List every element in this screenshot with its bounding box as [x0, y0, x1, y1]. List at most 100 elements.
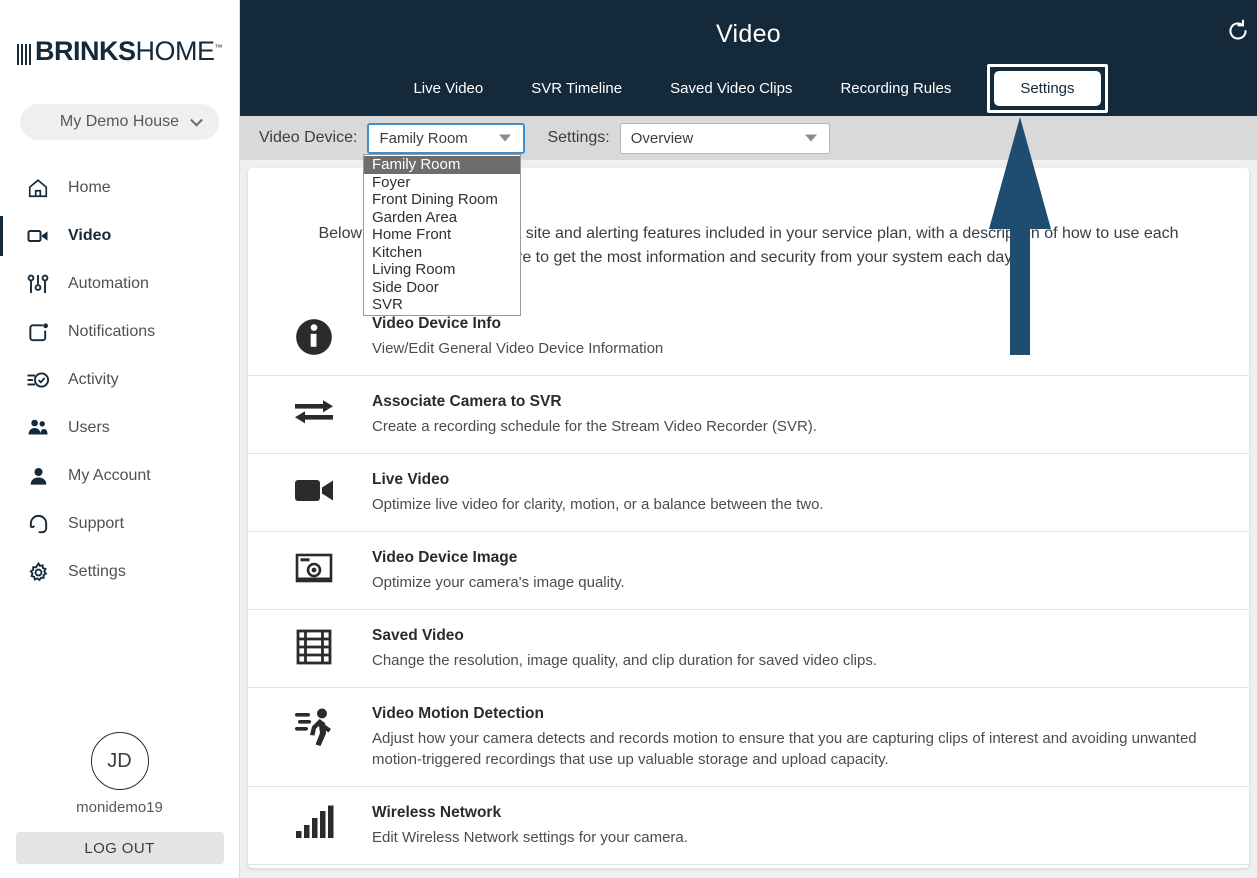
sidebar-item-video[interactable]: Video: [0, 212, 239, 260]
film-strip-icon: [278, 626, 350, 666]
dropdown-option[interactable]: Side Door: [364, 279, 520, 297]
dropdown-option[interactable]: Kitchen: [364, 244, 520, 262]
tab-settings[interactable]: Settings: [994, 70, 1101, 106]
settings-rows-list: Video Device Info View/Edit General Vide…: [248, 298, 1249, 868]
selection-highlight-box: Settings: [987, 63, 1108, 113]
house-selector-label: My Demo House: [59, 113, 180, 130]
house-selector[interactable]: My Demo House: [20, 104, 219, 140]
row-description: Edit Wireless Network settings for your …: [372, 829, 688, 846]
dropdown-option[interactable]: Foyer: [364, 174, 520, 192]
user-block: JD monidemo19 LOG OUT: [0, 732, 239, 878]
avatar: JD: [90, 732, 149, 790]
dropdown-option[interactable]: Home Front: [364, 226, 520, 244]
row-description: Create a recording schedule for the Stre…: [372, 418, 817, 435]
tab-saved-video-clips[interactable]: Saved Video Clips: [646, 68, 816, 108]
row-description: Adjust how your camera detects and recor…: [372, 730, 1197, 768]
camera-icon: [278, 548, 350, 586]
brand-trademark: ™: [214, 42, 223, 52]
sidebar-item-label: Automation: [68, 275, 149, 292]
sidebar-item-settings[interactable]: Settings: [0, 548, 239, 596]
sidebar-item-activity[interactable]: Activity: [0, 356, 239, 404]
notification-icon: [24, 318, 52, 346]
brand-light: HOME: [135, 35, 216, 66]
settings-row-saved-video[interactable]: Saved Video Change the resolution, image…: [248, 609, 1249, 687]
settings-row-video-motion-detection[interactable]: Video Motion Detection Adjust how your c…: [248, 687, 1249, 786]
settings-select[interactable]: Overview: [619, 122, 830, 154]
settings-row-associate-camera-to-svr[interactable]: Associate Camera to SVR Create a recordi…: [248, 375, 1249, 453]
sidebar-item-label: Notifications: [68, 323, 156, 340]
video-device-selected-value: Family Room: [379, 129, 468, 147]
row-title: Video Motion Detection: [372, 705, 544, 722]
sidebar-item-label: Home: [68, 179, 111, 196]
settings-row-wireless-network[interactable]: Wireless Network Edit Wireless Network s…: [248, 786, 1249, 864]
brinks-home-logo: BRINKSHOME™: [0, 0, 239, 84]
sidebar-item-automation[interactable]: Automation: [0, 260, 239, 308]
gear-icon: [24, 558, 52, 586]
row-title: Wireless Network: [372, 804, 502, 821]
logo-bars-icon: [16, 43, 33, 65]
tab-svr-timeline[interactable]: SVR Timeline: [507, 68, 646, 108]
dropdown-option[interactable]: Family Room: [364, 156, 520, 174]
row-description: Optimize live video for clarity, motion,…: [372, 496, 824, 513]
page-header: Video Live Video SVR Timeline Saved Vide…: [240, 0, 1257, 116]
application-window: BRINKSHOME™ My Demo House Home Video Aut…: [0, 0, 1257, 878]
headset-icon: [24, 510, 52, 538]
username-label: monidemo19: [76, 799, 163, 816]
header-tabs: Live Video SVR Timeline Saved Video Clip…: [240, 63, 1257, 113]
dropdown-option[interactable]: Front Dining Room: [364, 191, 520, 209]
row-title: Video Device Image: [372, 549, 518, 566]
sidebar-item-label: Activity: [68, 371, 119, 388]
sidebar-item-label: Support: [68, 515, 125, 532]
row-title: Saved Video: [372, 627, 464, 644]
signal-bars-icon: [278, 803, 350, 839]
settings-row-video-device-image[interactable]: Video Device Image Optimize your camera'…: [248, 531, 1249, 609]
sidebar-item-users[interactable]: Users: [0, 404, 239, 452]
sidebar-item-label: Users: [68, 419, 110, 436]
video-device-label: Video Device:: [259, 129, 358, 146]
tab-recording-rules[interactable]: Recording Rules: [816, 68, 975, 108]
dropdown-option[interactable]: Living Room: [364, 261, 520, 279]
settings-row-add-video-device[interactable]: Add Video Device Add a video camera or S…: [248, 864, 1249, 868]
logout-button[interactable]: LOG OUT: [15, 832, 224, 864]
users-icon: [24, 414, 52, 442]
person-icon: [24, 462, 52, 490]
refresh-icon[interactable]: [1225, 18, 1251, 44]
sidebar-item-support[interactable]: Support: [0, 500, 239, 548]
chevron-down-icon: [499, 134, 512, 142]
activity-check-icon: [24, 366, 52, 394]
brand-bold: BRINKS: [34, 35, 136, 66]
row-description: View/Edit General Video Device Informati…: [372, 340, 664, 357]
settings-label: Settings:: [547, 129, 610, 146]
row-title: Video Device Info: [372, 315, 501, 332]
avatar-initials: JD: [107, 749, 132, 772]
sidebar-item-label: Settings: [68, 563, 126, 580]
swap-arrows-icon: [278, 392, 350, 430]
chevron-down-icon: [804, 134, 817, 142]
sidebar-nav: Home Video Automation Notifications Acti…: [0, 164, 239, 596]
sliders-icon: [24, 270, 52, 298]
sidebar-item-notifications[interactable]: Notifications: [0, 308, 239, 356]
row-title: Live Video: [372, 471, 450, 488]
chevron-down-icon: [190, 113, 203, 127]
sidebar: BRINKSHOME™ My Demo House Home Video Aut…: [0, 0, 240, 878]
running-person-icon: [278, 704, 350, 750]
home-icon: [24, 174, 52, 202]
video-camera-icon: [278, 470, 350, 508]
video-device-dropdown-options[interactable]: Family Room Foyer Front Dining Room Gard…: [363, 154, 521, 316]
sidebar-item-label: Video: [68, 227, 112, 244]
row-title: Associate Camera to SVR: [372, 393, 562, 410]
page-title: Video: [716, 20, 781, 48]
dropdown-option[interactable]: Garden Area: [364, 209, 520, 227]
settings-row-live-video[interactable]: Live Video Optimize live video for clari…: [248, 453, 1249, 531]
info-circle-icon: [278, 314, 350, 358]
dropdown-option[interactable]: SVR: [364, 296, 520, 314]
sidebar-item-label: My Account: [68, 467, 151, 484]
settings-selected-value: Overview: [630, 129, 694, 147]
tab-settings-wrapper: Settings: [987, 63, 1108, 113]
video-device-select[interactable]: Family Room: [367, 122, 526, 154]
row-description: Optimize your camera's image quality.: [372, 574, 625, 591]
video-camera-icon: [24, 222, 52, 250]
sidebar-item-home[interactable]: Home: [0, 164, 239, 212]
tab-live-video[interactable]: Live Video: [389, 68, 507, 108]
sidebar-item-my-account[interactable]: My Account: [0, 452, 239, 500]
